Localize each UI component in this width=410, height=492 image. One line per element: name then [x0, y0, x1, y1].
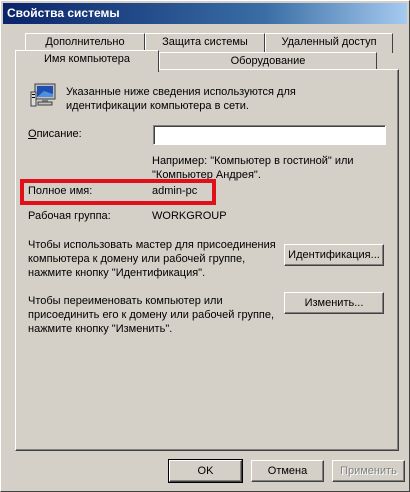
ok-button[interactable]: OK: [168, 459, 243, 483]
window-title: Свойства системы: [7, 6, 120, 20]
full-name-highlight: [20, 179, 216, 205]
cancel-button[interactable]: Отмена: [251, 460, 324, 482]
identification-text: Чтобы использовать мастер для присоедине…: [28, 239, 276, 279]
change-button[interactable]: Изменить...: [284, 292, 384, 314]
computer-icon: [30, 82, 58, 110]
title-bar[interactable]: Свойства системы: [3, 3, 407, 24]
tab-hardware-label: Оборудование: [230, 55, 306, 67]
tab-advanced-label: Дополнительно: [45, 36, 125, 48]
identification-button[interactable]: Идентификация...: [284, 244, 384, 266]
tab-panel-computer-name: Указанные ниже сведения используются для…: [15, 69, 399, 451]
rename-text: Чтобы переименовать компьютер или присое…: [28, 295, 275, 335]
tab-remote-label: Удаленный доступ: [281, 36, 377, 48]
system-properties-window: Свойства системы Дополнительно Защита си…: [0, 0, 410, 492]
description-label: Описание:: [28, 128, 82, 140]
tab-computer-name-label: Имя компьютера: [43, 53, 131, 65]
workgroup-value: WORKGROUP: [152, 210, 227, 222]
info-text: Указанные ниже сведения используются для…: [66, 86, 296, 112]
tab-computer-name[interactable]: Имя компьютера: [15, 50, 159, 72]
tab-system-protection-label: Защита системы: [162, 36, 248, 48]
workgroup-label: Рабочая группа:: [28, 210, 111, 222]
description-example: Например: "Компьютер в гостиной" или "Ко…: [152, 155, 354, 181]
tab-system-protection[interactable]: Защита системы: [145, 33, 265, 53]
description-input[interactable]: [153, 125, 386, 145]
tab-remote[interactable]: Удаленный доступ: [265, 33, 393, 53]
apply-button[interactable]: Применить: [332, 460, 405, 482]
